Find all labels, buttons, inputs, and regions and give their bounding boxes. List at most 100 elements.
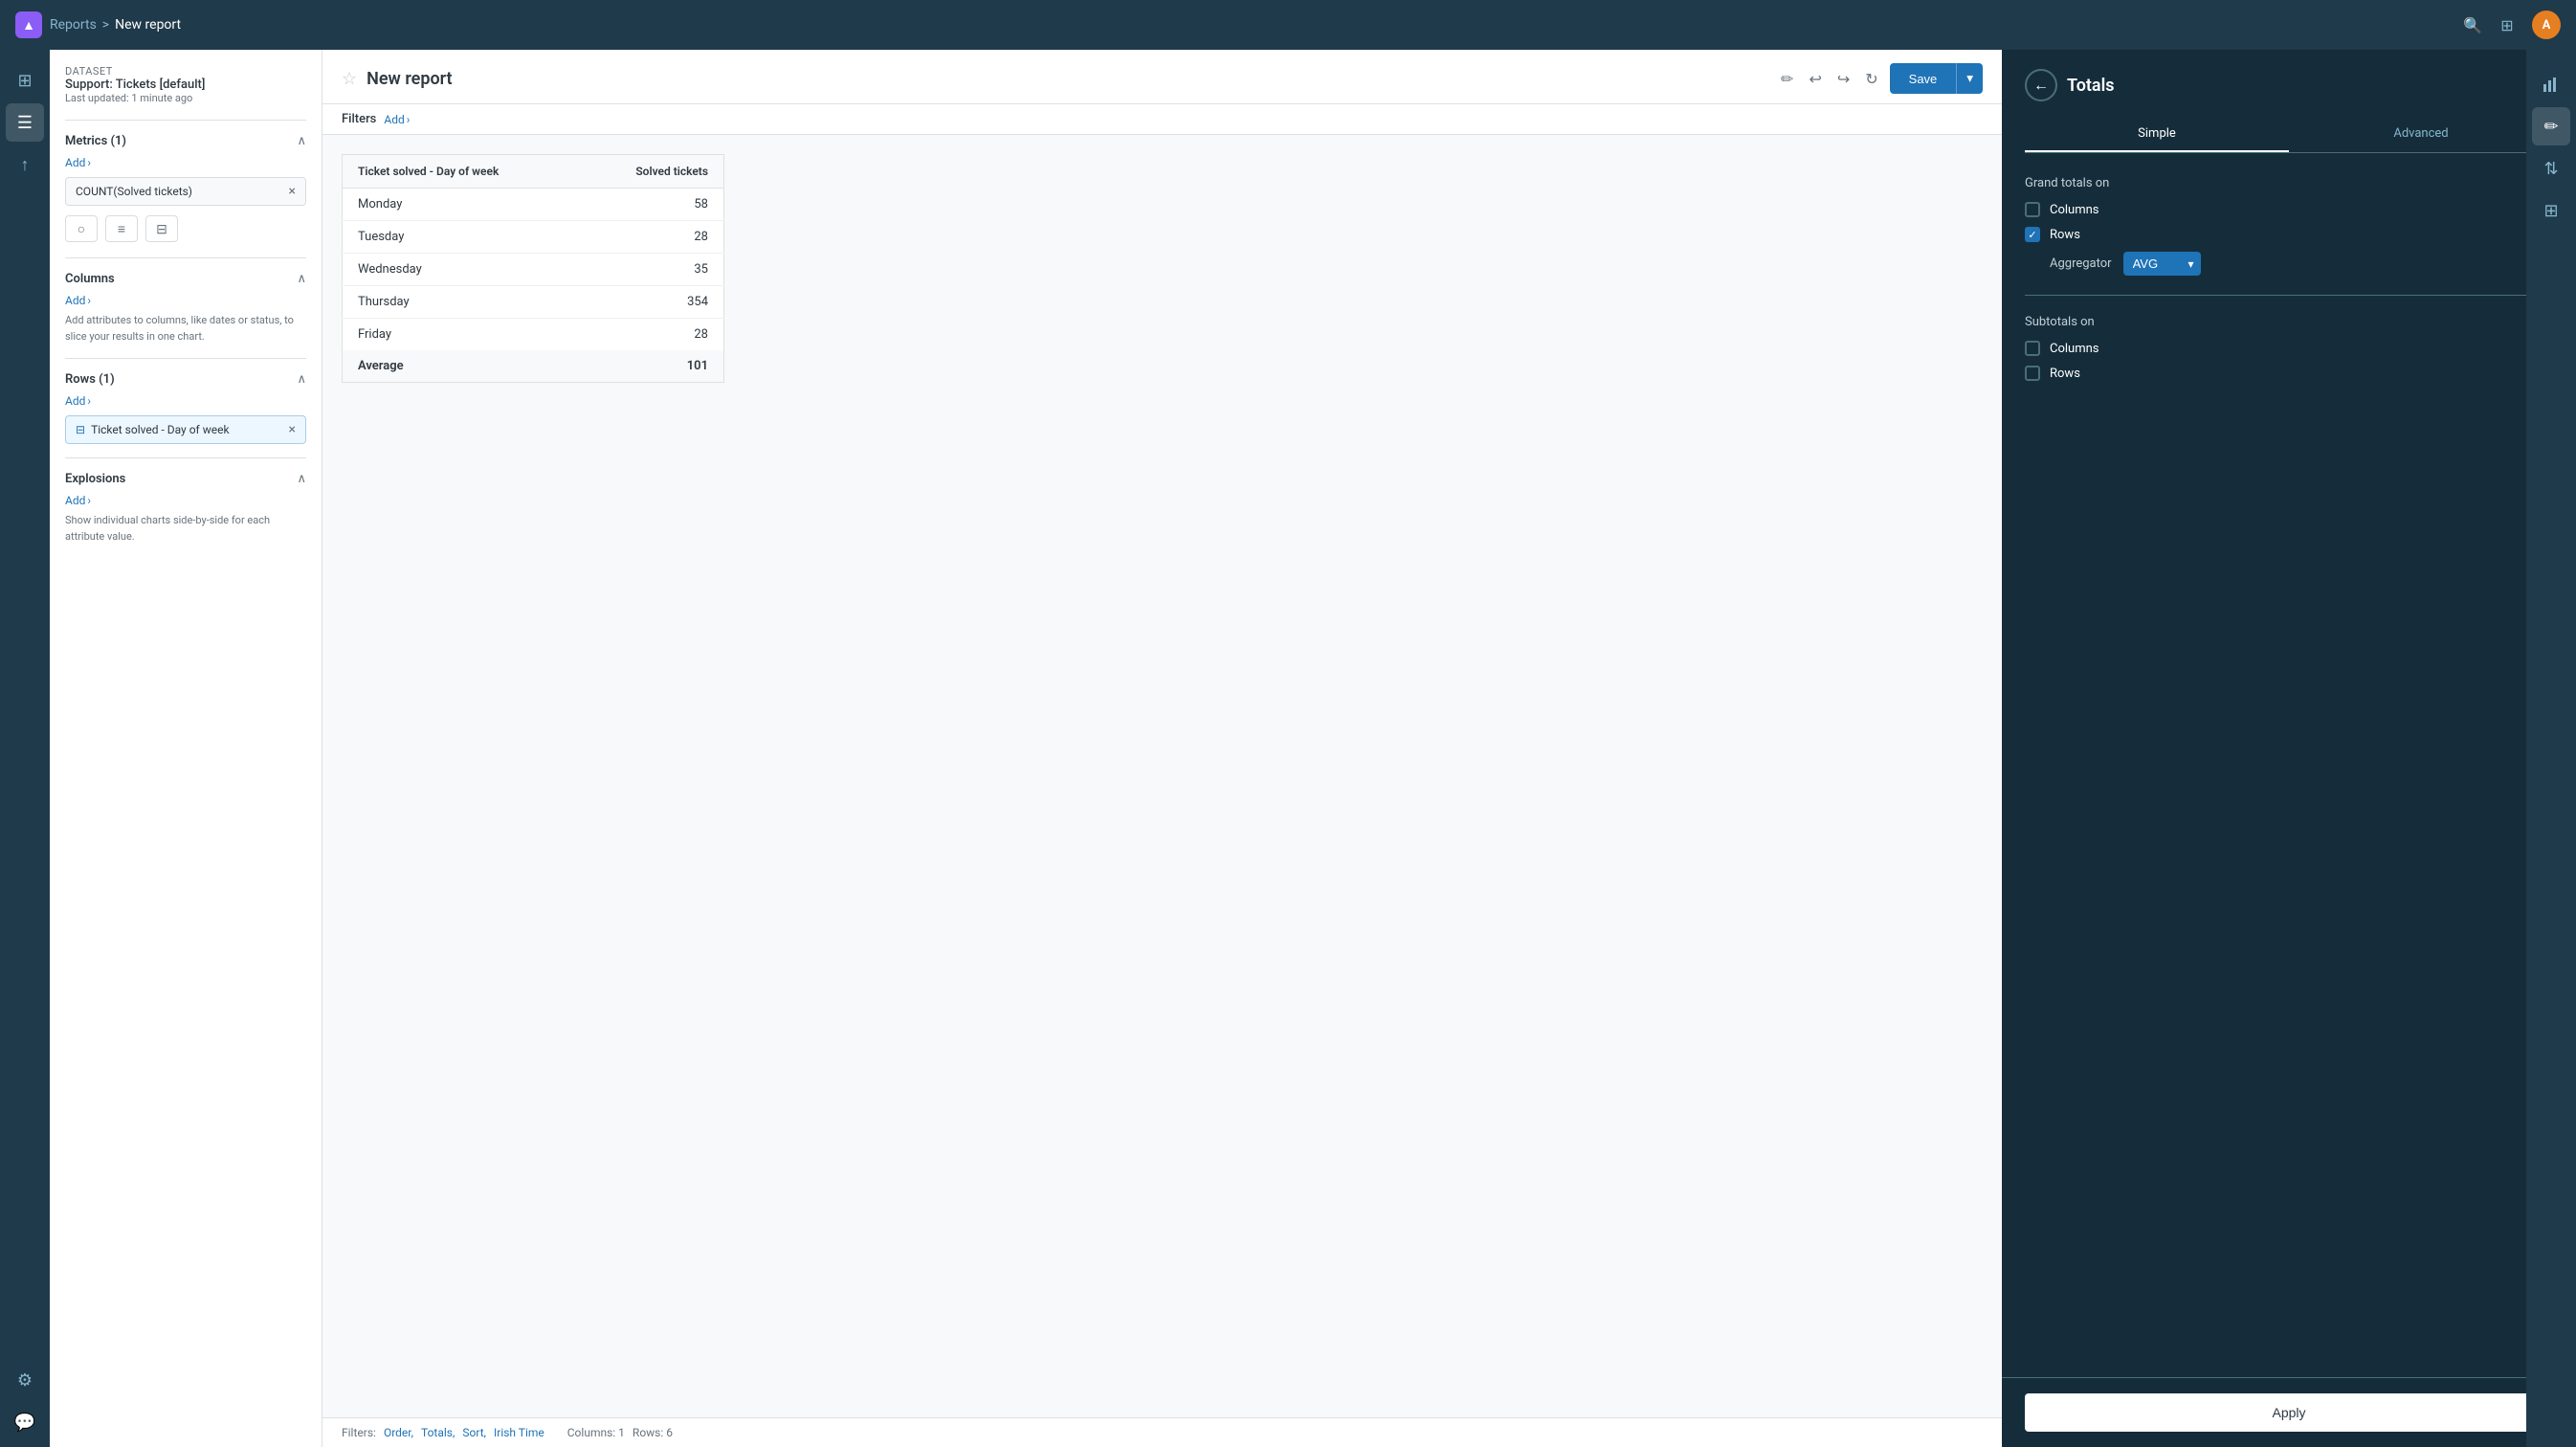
aggregator-row: Aggregator AVG SUM MIN MAX COUNT (2050, 252, 2553, 276)
data-table: Ticket solved - Day of week Solved ticke… (342, 154, 724, 383)
grand-totals-label: Grand totals on (2025, 176, 2553, 190)
save-button[interactable]: Save (1890, 63, 1957, 94)
strip-table-icon[interactable]: ⊞ (2532, 191, 2570, 230)
table-row: Tuesday 28 (343, 221, 724, 254)
columns-add[interactable]: Add › (65, 294, 306, 307)
strip-chart-icon[interactable] (2532, 65, 2570, 103)
explosions-add[interactable]: Add › (65, 494, 306, 507)
chart-btn-bar[interactable]: ≡ (105, 215, 138, 242)
chart-btn-table[interactable]: ⊟ (145, 215, 178, 242)
breadcrumb-current: New report (115, 17, 181, 33)
sidebar-item-home[interactable]: ⊞ (6, 61, 44, 100)
average-value: 101 (581, 350, 724, 383)
footer-order[interactable]: Order, (384, 1426, 413, 1439)
left-panel: Dataset Support: Tickets [default] Last … (50, 50, 322, 1447)
breadcrumb: Reports > New report (50, 17, 181, 33)
back-btn-row: ← Totals (2025, 69, 2553, 101)
aggregator-label: Aggregator (2050, 256, 2112, 271)
aggregator-wrapper: AVG SUM MIN MAX COUNT (2123, 252, 2201, 276)
metrics-section-header: Metrics (1) ∧ (65, 134, 306, 148)
columns-toggle[interactable]: ∧ (297, 272, 306, 286)
subtotals-columns-checkbox[interactable] (2025, 341, 2040, 356)
top-nav-icons: 🔍 ⊞ A (2463, 11, 2561, 39)
tab-simple[interactable]: Simple (2025, 117, 2289, 152)
aggregator-select[interactable]: AVG SUM MIN MAX COUNT (2123, 252, 2201, 276)
table-row: Thursday 354 (343, 286, 724, 319)
metrics-add[interactable]: Add › (65, 156, 306, 169)
sidebar-item-upload[interactable]: ↑ (6, 145, 44, 184)
strip-sort-icon[interactable]: ⇅ (2532, 149, 2570, 188)
filters-label: Filters (342, 112, 376, 126)
footer-time[interactable]: Irish Time (494, 1426, 544, 1439)
explosions-title: Explosions (65, 472, 125, 486)
columns-section-header: Columns ∧ (65, 272, 306, 286)
metrics-toggle[interactable]: ∧ (297, 134, 306, 148)
footer-totals[interactable]: Totals, (421, 1426, 455, 1439)
subtotals-columns-label: Columns (2050, 342, 2099, 356)
table-area: Ticket solved - Day of week Solved ticke… (322, 135, 2002, 1417)
metrics-chip: COUNT(Solved tickets) × (65, 177, 306, 206)
metrics-chip-label: COUNT(Solved tickets) (76, 185, 192, 198)
col1-header: Ticket solved - Day of week (343, 155, 581, 189)
report-header: ☆ New report ✏ ↩ ↪ ↻ Save ▾ (322, 50, 2002, 104)
grand-totals-columns-label: Columns (2050, 203, 2099, 217)
totals-panel-inner: ← Totals Simple Advanced Grand totals on… (2002, 50, 2576, 1377)
main-layout: Dataset Support: Tickets [default] Last … (50, 50, 2576, 1447)
filters-add[interactable]: Add › (384, 113, 410, 126)
sidebar-item-help[interactable]: 💬 (6, 1409, 44, 1447)
table-cell-day: Tuesday (343, 221, 581, 254)
chart-type-row: ○ ≡ ⊟ (65, 215, 306, 242)
metrics-chip-remove[interactable]: × (289, 184, 296, 199)
footer-prefix: Filters: (342, 1426, 376, 1439)
grand-totals-rows-label: Rows (2050, 228, 2080, 242)
table-cell-day: Wednesday (343, 254, 581, 286)
subtotals-rows-row: Rows (2025, 366, 2553, 381)
redo-icon[interactable]: ↪ (1833, 66, 1854, 92)
tab-advanced[interactable]: Advanced (2289, 117, 2553, 152)
footer-columns: Columns: 1 (567, 1426, 625, 1439)
totals-title: Totals (2067, 76, 2115, 96)
grid-icon[interactable]: ⊞ (2498, 15, 2517, 34)
rows-chip-remove[interactable]: × (289, 422, 296, 437)
columns-title: Columns (65, 272, 115, 286)
save-dropdown-button[interactable]: ▾ (1956, 63, 1983, 94)
grand-totals-columns-row: Columns (2025, 202, 2553, 217)
table-cell-day: Friday (343, 319, 581, 351)
search-icon[interactable]: 🔍 (2463, 15, 2482, 34)
dataset-label: Dataset (65, 65, 306, 78)
grand-totals-columns-checkbox[interactable] (2025, 202, 2040, 217)
rows-section-header: Rows (1) ∧ (65, 372, 306, 387)
table-cell-day: Thursday (343, 286, 581, 319)
edit-icon[interactable]: ✏ (1777, 66, 1797, 92)
footer-sort[interactable]: Sort, (462, 1426, 486, 1439)
table-cell-day: Monday (343, 189, 581, 221)
dataset-updated: Last updated: 1 minute ago (65, 92, 306, 104)
avatar[interactable]: A (2532, 11, 2561, 39)
save-btn-group: Save ▾ (1890, 63, 1983, 94)
rows-add[interactable]: Add › (65, 394, 306, 408)
report-title: New report (366, 69, 452, 89)
star-icon[interactable]: ☆ (342, 69, 357, 89)
undo-icon[interactable]: ↩ (1805, 66, 1825, 92)
rows-title: Rows (1) (65, 372, 115, 387)
rows-toggle[interactable]: ∧ (297, 372, 306, 387)
breadcrumb-reports[interactable]: Reports (50, 17, 97, 33)
table-cell-count: 35 (581, 254, 724, 286)
columns-helper: Add attributes to columns, like dates or… (65, 313, 306, 345)
refresh-icon[interactable]: ↻ (1861, 66, 1881, 92)
strip-edit-icon[interactable]: ✏ (2532, 107, 2570, 145)
logo[interactable]: ▲ (15, 11, 42, 38)
table-cell-count: 354 (581, 286, 724, 319)
back-button[interactable]: ← (2025, 69, 2057, 101)
chart-btn-circle[interactable]: ○ (65, 215, 98, 242)
subtotals-rows-checkbox[interactable] (2025, 366, 2040, 381)
main-content: ☆ New report ✏ ↩ ↪ ↻ Save ▾ Filters Add … (322, 50, 2002, 1447)
explosions-toggle[interactable]: ∧ (297, 472, 306, 486)
sidebar-item-reports[interactable]: ☰ (6, 103, 44, 142)
sidebar-item-settings[interactable]: ⚙ (6, 1367, 44, 1405)
subtotals-rows-label: Rows (2050, 367, 2080, 381)
table-row: Wednesday 35 (343, 254, 724, 286)
rows-chip-label: Ticket solved - Day of week (91, 423, 229, 436)
grand-totals-rows-checkbox[interactable] (2025, 227, 2040, 242)
apply-button[interactable]: Apply (2025, 1393, 2553, 1432)
